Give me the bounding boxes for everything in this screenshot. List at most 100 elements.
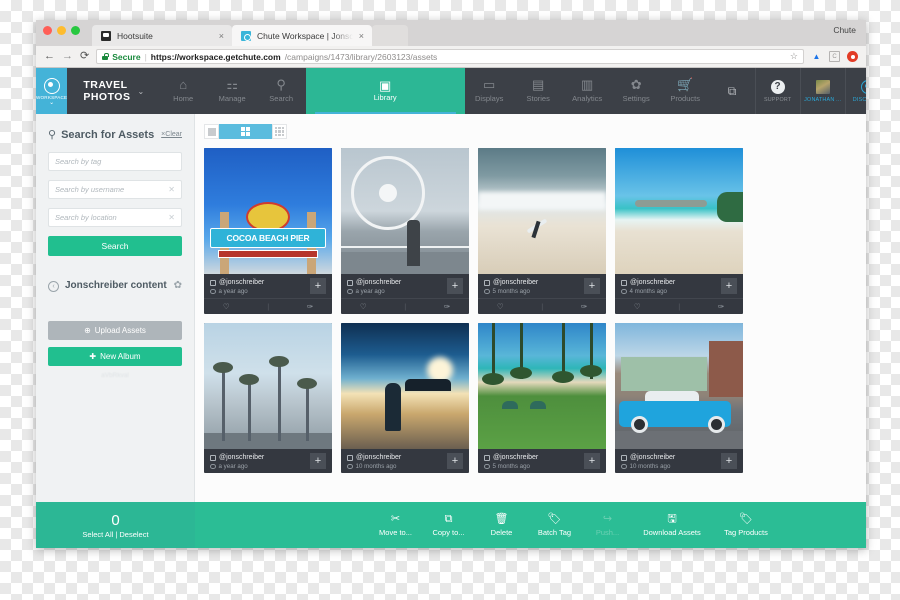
add-to-album-button[interactable]: +	[721, 453, 737, 469]
close-icon[interactable]: ×	[219, 31, 224, 41]
nav-item-displays[interactable]: ▭ Displays	[465, 68, 514, 114]
asset-grid: COCOA BEACH PIER @jonschreiber a year ag…	[204, 148, 866, 473]
magnifier-icon: ⚲	[48, 129, 57, 141]
action-label: Batch Tag	[537, 527, 572, 537]
tab-title: Hootsuite	[117, 30, 153, 41]
asset-card[interactable]: @jonschreiber 4 months ago + ♡ | ✑	[615, 148, 743, 314]
asset-thumbnail[interactable]	[204, 323, 332, 449]
like-icon[interactable]: ♡	[497, 302, 504, 311]
minimize-window-button[interactable]	[57, 26, 66, 35]
asset-card[interactable]: COCOA BEACH PIER @jonschreiber a year ag…	[204, 148, 332, 314]
add-to-album-button[interactable]: +	[447, 453, 463, 469]
asset-thumbnail[interactable]	[341, 323, 469, 449]
tag-products-button[interactable]: 🏷 Tag Products	[710, 513, 782, 537]
push-button[interactable]: ↪ Push...	[581, 513, 634, 537]
grid-large-icon	[241, 127, 250, 136]
asset-thumbnail[interactable]	[478, 148, 606, 274]
select-all-deselect-link[interactable]: Select All | Deselect	[82, 530, 148, 539]
drive-icon[interactable]: ▲	[811, 51, 822, 62]
add-to-album-button[interactable]: +	[584, 278, 600, 294]
add-to-album-button[interactable]: +	[310, 278, 326, 294]
nav-item-products[interactable]: 🛒 Products	[661, 68, 710, 114]
copy-to-button[interactable]: ⧉ Copy to...	[422, 513, 475, 537]
asset-card[interactable]: @jonschreiber 10 months ago +	[615, 323, 743, 473]
gear-icon[interactable]: ✿	[174, 280, 182, 291]
nav-item-search[interactable]: ⚲ Search	[257, 68, 306, 114]
comment-icon[interactable]: ✑	[444, 302, 450, 311]
add-to-album-button[interactable]: +	[310, 453, 326, 469]
forward-icon[interactable]: →	[62, 51, 73, 62]
delete-button[interactable]: 🗑 Delete	[475, 513, 528, 537]
asset-thumbnail[interactable]	[478, 323, 606, 449]
address-bar[interactable]: Secure | https://workspace.getchute.com /…	[96, 49, 804, 64]
nav-item-analytics[interactable]: ▥ Analytics	[563, 68, 612, 114]
nav-label: Products	[670, 94, 700, 103]
clear-icon[interactable]: ✕	[168, 213, 175, 222]
asset-username: @jonschreiber	[484, 454, 600, 461]
copy-pages-button[interactable]: ⧉	[710, 68, 755, 114]
browser-tab-hootsuite[interactable]: Hootsuite ×	[92, 25, 232, 46]
asset-card[interactable]: @jonschreiber 5 months ago + ♡ | ✑	[478, 148, 606, 314]
instagram-icon	[210, 454, 216, 461]
grid-small-view-button[interactable]	[272, 124, 287, 139]
clear-icon[interactable]: ✕	[168, 185, 175, 194]
asset-card[interactable]: @jonschreiber 10 months ago +	[341, 323, 469, 473]
chart-icon: ▥	[581, 77, 594, 92]
like-icon[interactable]: ♡	[634, 302, 641, 311]
search-by-location-input[interactable]: Search by location ✕	[48, 208, 182, 227]
list-view-button[interactable]	[204, 124, 219, 139]
asset-thumbnail[interactable]	[615, 323, 743, 449]
like-icon[interactable]: ♡	[223, 302, 230, 311]
box-icon[interactable]: C	[829, 51, 840, 62]
download-assets-button[interactable]: 🖫 Download Assets	[634, 513, 710, 537]
browser-tab-chute-workspace[interactable]: Chute Workspace | Jonschreib ×	[232, 25, 372, 46]
close-icon[interactable]: ×	[359, 31, 364, 41]
nav-item-home[interactable]: ⌂ Home	[159, 68, 208, 114]
asset-thumbnail[interactable]: COCOA BEACH PIER	[204, 148, 332, 274]
campaign-selector[interactable]: TRAVEL PHOTOS ⌄	[67, 68, 158, 114]
nav-item-stories[interactable]: ▤ Stories	[514, 68, 563, 114]
new-album-button[interactable]: ✚ New Album	[48, 347, 182, 366]
back-icon[interactable]: ←	[44, 51, 55, 62]
discover-button[interactable]: DISCOVER	[844, 68, 866, 114]
move-to-button[interactable]: ✂ Move to...	[369, 513, 422, 537]
batch-tag-button[interactable]: 🏷 Batch Tag	[528, 513, 581, 537]
bookmark-star-icon[interactable]: ☆	[790, 51, 798, 62]
like-icon[interactable]: ♡	[360, 302, 367, 311]
opera-icon[interactable]	[847, 51, 858, 62]
asset-card[interactable]: @jonschreiber a year ago +	[204, 323, 332, 473]
comment-icon[interactable]: ✑	[718, 302, 724, 311]
nav-item-settings[interactable]: ✿ Settings	[612, 68, 661, 114]
new-tab-button[interactable]	[372, 25, 408, 46]
url-host: https://workspace.getchute.com	[150, 51, 281, 62]
add-to-album-button[interactable]: +	[447, 278, 463, 294]
add-to-album-button[interactable]: +	[721, 278, 737, 294]
grid-large-view-button[interactable]	[219, 124, 272, 139]
add-to-album-button[interactable]: +	[584, 453, 600, 469]
chute-cloud-icon	[43, 77, 60, 94]
comment-icon[interactable]: ✑	[307, 302, 313, 311]
workspace-switcher[interactable]: WORKSPACE ⌄	[36, 68, 68, 114]
reload-icon[interactable]: ⟳	[80, 51, 89, 62]
asset-card[interactable]: @jonschreiber a year ago + ♡ | ✑	[341, 148, 469, 314]
close-window-button[interactable]	[43, 26, 52, 35]
nav-item-manage[interactable]: ⚏ Manage	[208, 68, 257, 114]
support-button[interactable]: ? SUPPORT	[754, 68, 800, 114]
maximize-window-button[interactable]	[71, 26, 80, 35]
clear-search-link[interactable]: ×Clear	[161, 131, 182, 138]
asset-thumbnail[interactable]	[341, 148, 469, 274]
search-by-tag-input[interactable]: Search by tag	[48, 152, 182, 171]
browser-window: Hootsuite × Chute Workspace | Jonschreib…	[36, 20, 866, 548]
comment-icon[interactable]: ✑	[581, 302, 587, 311]
search-by-username-input[interactable]: Search by username ✕	[48, 180, 182, 199]
clock-icon	[210, 288, 216, 295]
upload-assets-button[interactable]: ⊕ Upload Assets	[48, 321, 182, 340]
asset-thumbnail[interactable]	[615, 148, 743, 274]
window-controls[interactable]	[43, 26, 80, 35]
asset-card[interactable]: @jonschreiber 5 months ago +	[478, 323, 606, 473]
back-icon[interactable]: ‹	[48, 281, 59, 292]
search-button[interactable]: Search	[48, 236, 182, 256]
sign-text: COCOA BEACH PIER	[210, 228, 326, 248]
user-menu-button[interactable]: JONATHAN ...	[799, 68, 845, 114]
nav-item-library[interactable]: ▣ Library	[305, 68, 465, 114]
